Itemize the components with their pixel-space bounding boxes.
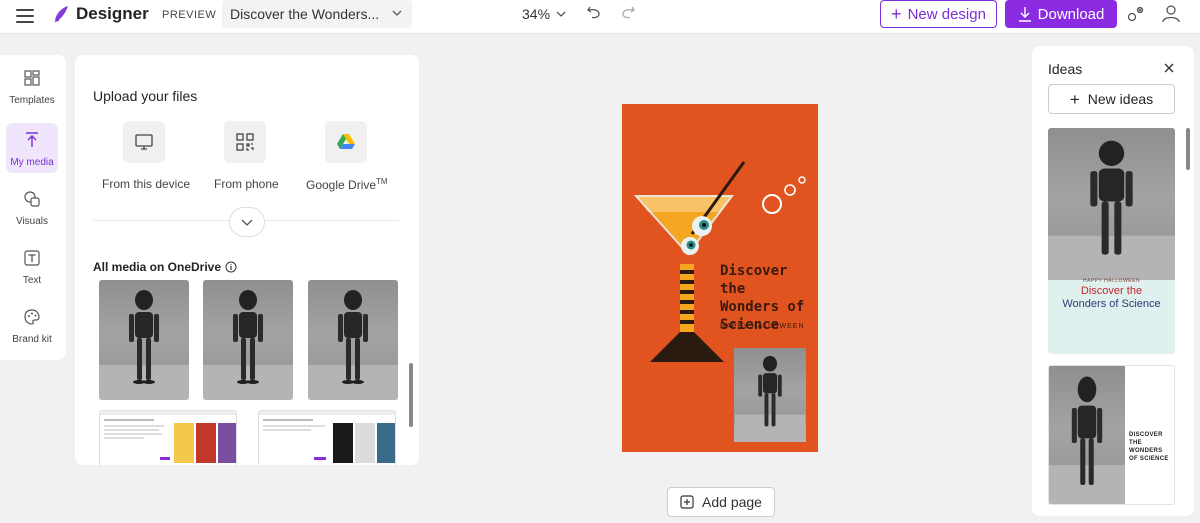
- sidebar-item-brand-kit[interactable]: Brand kit: [6, 300, 58, 350]
- sidebar-item-my-media[interactable]: My media: [6, 123, 58, 173]
- from-device-button[interactable]: [123, 121, 165, 163]
- robot-photo: [308, 290, 398, 400]
- media-thumbnail-screenshot[interactable]: [99, 410, 237, 465]
- google-drive-button[interactable]: [325, 121, 367, 163]
- left-sidebar: Templates My media Visuals Text Brand ki…: [0, 55, 66, 360]
- chevron-down-icon: [392, 10, 402, 16]
- media-thumbnail[interactable]: [308, 280, 398, 400]
- idea-title: Discover the Wonders of Science: [1048, 285, 1175, 311]
- upload-panel-title: Upload your files: [93, 88, 198, 104]
- sidebar-item-templates[interactable]: Templates: [6, 61, 58, 111]
- from-phone-button[interactable]: [224, 121, 266, 163]
- undo-icon[interactable]: [586, 4, 602, 20]
- add-page-icon: [680, 495, 694, 509]
- new-ideas-label: New ideas: [1087, 91, 1154, 107]
- new-design-button[interactable]: + New design: [880, 0, 997, 28]
- expand-sources-button[interactable]: [229, 207, 265, 237]
- from-device-label: From this device: [102, 177, 191, 191]
- screenshot-preview: [100, 411, 236, 463]
- media-thumbnail[interactable]: [99, 280, 189, 400]
- media-thumbnail-screenshot[interactable]: [258, 410, 396, 465]
- robot-photo: [203, 290, 293, 400]
- idea-title-line: Wonders of Science: [1062, 298, 1161, 310]
- download-icon: [1018, 7, 1031, 22]
- text-icon: [24, 250, 40, 266]
- qr-code-icon: [236, 133, 254, 151]
- robot-photo: [1048, 140, 1175, 280]
- redo-icon[interactable]: [620, 4, 636, 20]
- download-label: Download: [1037, 5, 1105, 23]
- idea-text-line: DISCOVER: [1129, 432, 1163, 438]
- document-title-dropdown[interactable]: Discover the Wonders...: [222, 0, 412, 28]
- idea-photo: [1049, 366, 1125, 504]
- sidebar-item-label: Templates: [9, 95, 55, 106]
- screenshot-preview: [259, 411, 395, 463]
- menu-icon[interactable]: [16, 9, 34, 23]
- designer-logo-icon: [54, 6, 68, 22]
- google-drive-label: Google DriveTM: [306, 177, 388, 192]
- sidebar-item-text[interactable]: Text: [6, 241, 58, 291]
- account-icon[interactable]: [1160, 2, 1182, 24]
- sidebar-item-label: Visuals: [15, 216, 49, 227]
- sidebar-item-label: My media: [10, 157, 54, 168]
- panel-scrollbar[interactable]: [409, 363, 413, 427]
- idea-kicker: HAPPY HALLOWEEN: [1082, 278, 1141, 284]
- idea-text-line: WONDERS: [1129, 448, 1163, 454]
- close-icon[interactable]: [1162, 61, 1176, 75]
- download-button[interactable]: Download: [1005, 0, 1117, 28]
- robot-photo: [1049, 376, 1125, 504]
- document-title: Discover the Wonders...: [230, 6, 380, 22]
- google-drive-icon: [337, 134, 355, 149]
- new-ideas-button[interactable]: + New ideas: [1048, 84, 1175, 114]
- preview-badge: PREVIEW: [162, 9, 217, 21]
- app-title: Designer: [76, 4, 149, 23]
- add-page-button[interactable]: Add page: [667, 487, 775, 517]
- headline-line: Wonders of: [720, 299, 805, 315]
- ideas-scrollbar[interactable]: [1186, 128, 1190, 170]
- poster-photo[interactable]: [734, 348, 806, 442]
- onedrive-section-title: All media on OneDrive: [93, 260, 237, 274]
- zoom-level[interactable]: 34%: [522, 6, 550, 22]
- plus-icon: +: [1069, 89, 1080, 109]
- ideas-panel: Ideas + New ideas HAPPY HALLOWEEN Discov…: [1032, 46, 1194, 516]
- idea-text-line: OF SCIENCE: [1129, 456, 1169, 462]
- ideas-title: Ideas: [1048, 61, 1083, 77]
- onedrive-label: All media on OneDrive: [93, 260, 222, 274]
- trademark-sup: TM: [376, 177, 388, 186]
- info-icon[interactable]: [225, 261, 237, 273]
- robot-photo: [99, 290, 189, 400]
- plus-icon: +: [891, 4, 902, 24]
- media-thumbnail[interactable]: [203, 280, 293, 400]
- idea-card[interactable]: HAPPY HALLOWEEN Discover the Wonders of …: [1048, 128, 1175, 354]
- sidebar-item-visuals[interactable]: Visuals: [6, 182, 58, 232]
- share-icon[interactable]: [1126, 4, 1146, 24]
- chevron-down-icon: [241, 219, 253, 226]
- design-canvas[interactable]: Discover the Wonders of Science HAPPY HA…: [622, 104, 818, 452]
- new-design-label: New design: [907, 5, 986, 23]
- headline-line: Discover the: [720, 263, 788, 297]
- idea-text: DISCOVER THE WONDERS OF SCIENCE: [1129, 431, 1174, 463]
- idea-card[interactable]: DISCOVER THE WONDERS OF SCIENCE: [1048, 365, 1175, 505]
- poster-subtitle[interactable]: HAPPY HALLOWEEN: [720, 323, 805, 330]
- add-page-label: Add page: [702, 494, 762, 510]
- palette-icon: [24, 309, 40, 325]
- templates-icon: [24, 70, 40, 86]
- idea-text-line: THE: [1129, 440, 1142, 446]
- shapes-icon: [24, 191, 40, 207]
- upload-panel: Upload your files From this device From …: [75, 55, 419, 465]
- idea-photo: [1048, 128, 1175, 280]
- zoom-chevron-down-icon[interactable]: [556, 9, 566, 19]
- idea-title-line: Discover the: [1080, 285, 1143, 297]
- upload-icon: [26, 132, 38, 147]
- robot-photo: [734, 355, 806, 442]
- sidebar-item-label: Text: [22, 275, 42, 286]
- from-phone-label: From phone: [214, 177, 279, 191]
- top-bar: Designer PREVIEW Discover the Wonders...…: [0, 0, 1200, 34]
- google-drive-text: Google Drive: [306, 178, 377, 192]
- monitor-icon: [135, 134, 153, 150]
- sidebar-item-label: Brand kit: [12, 334, 52, 345]
